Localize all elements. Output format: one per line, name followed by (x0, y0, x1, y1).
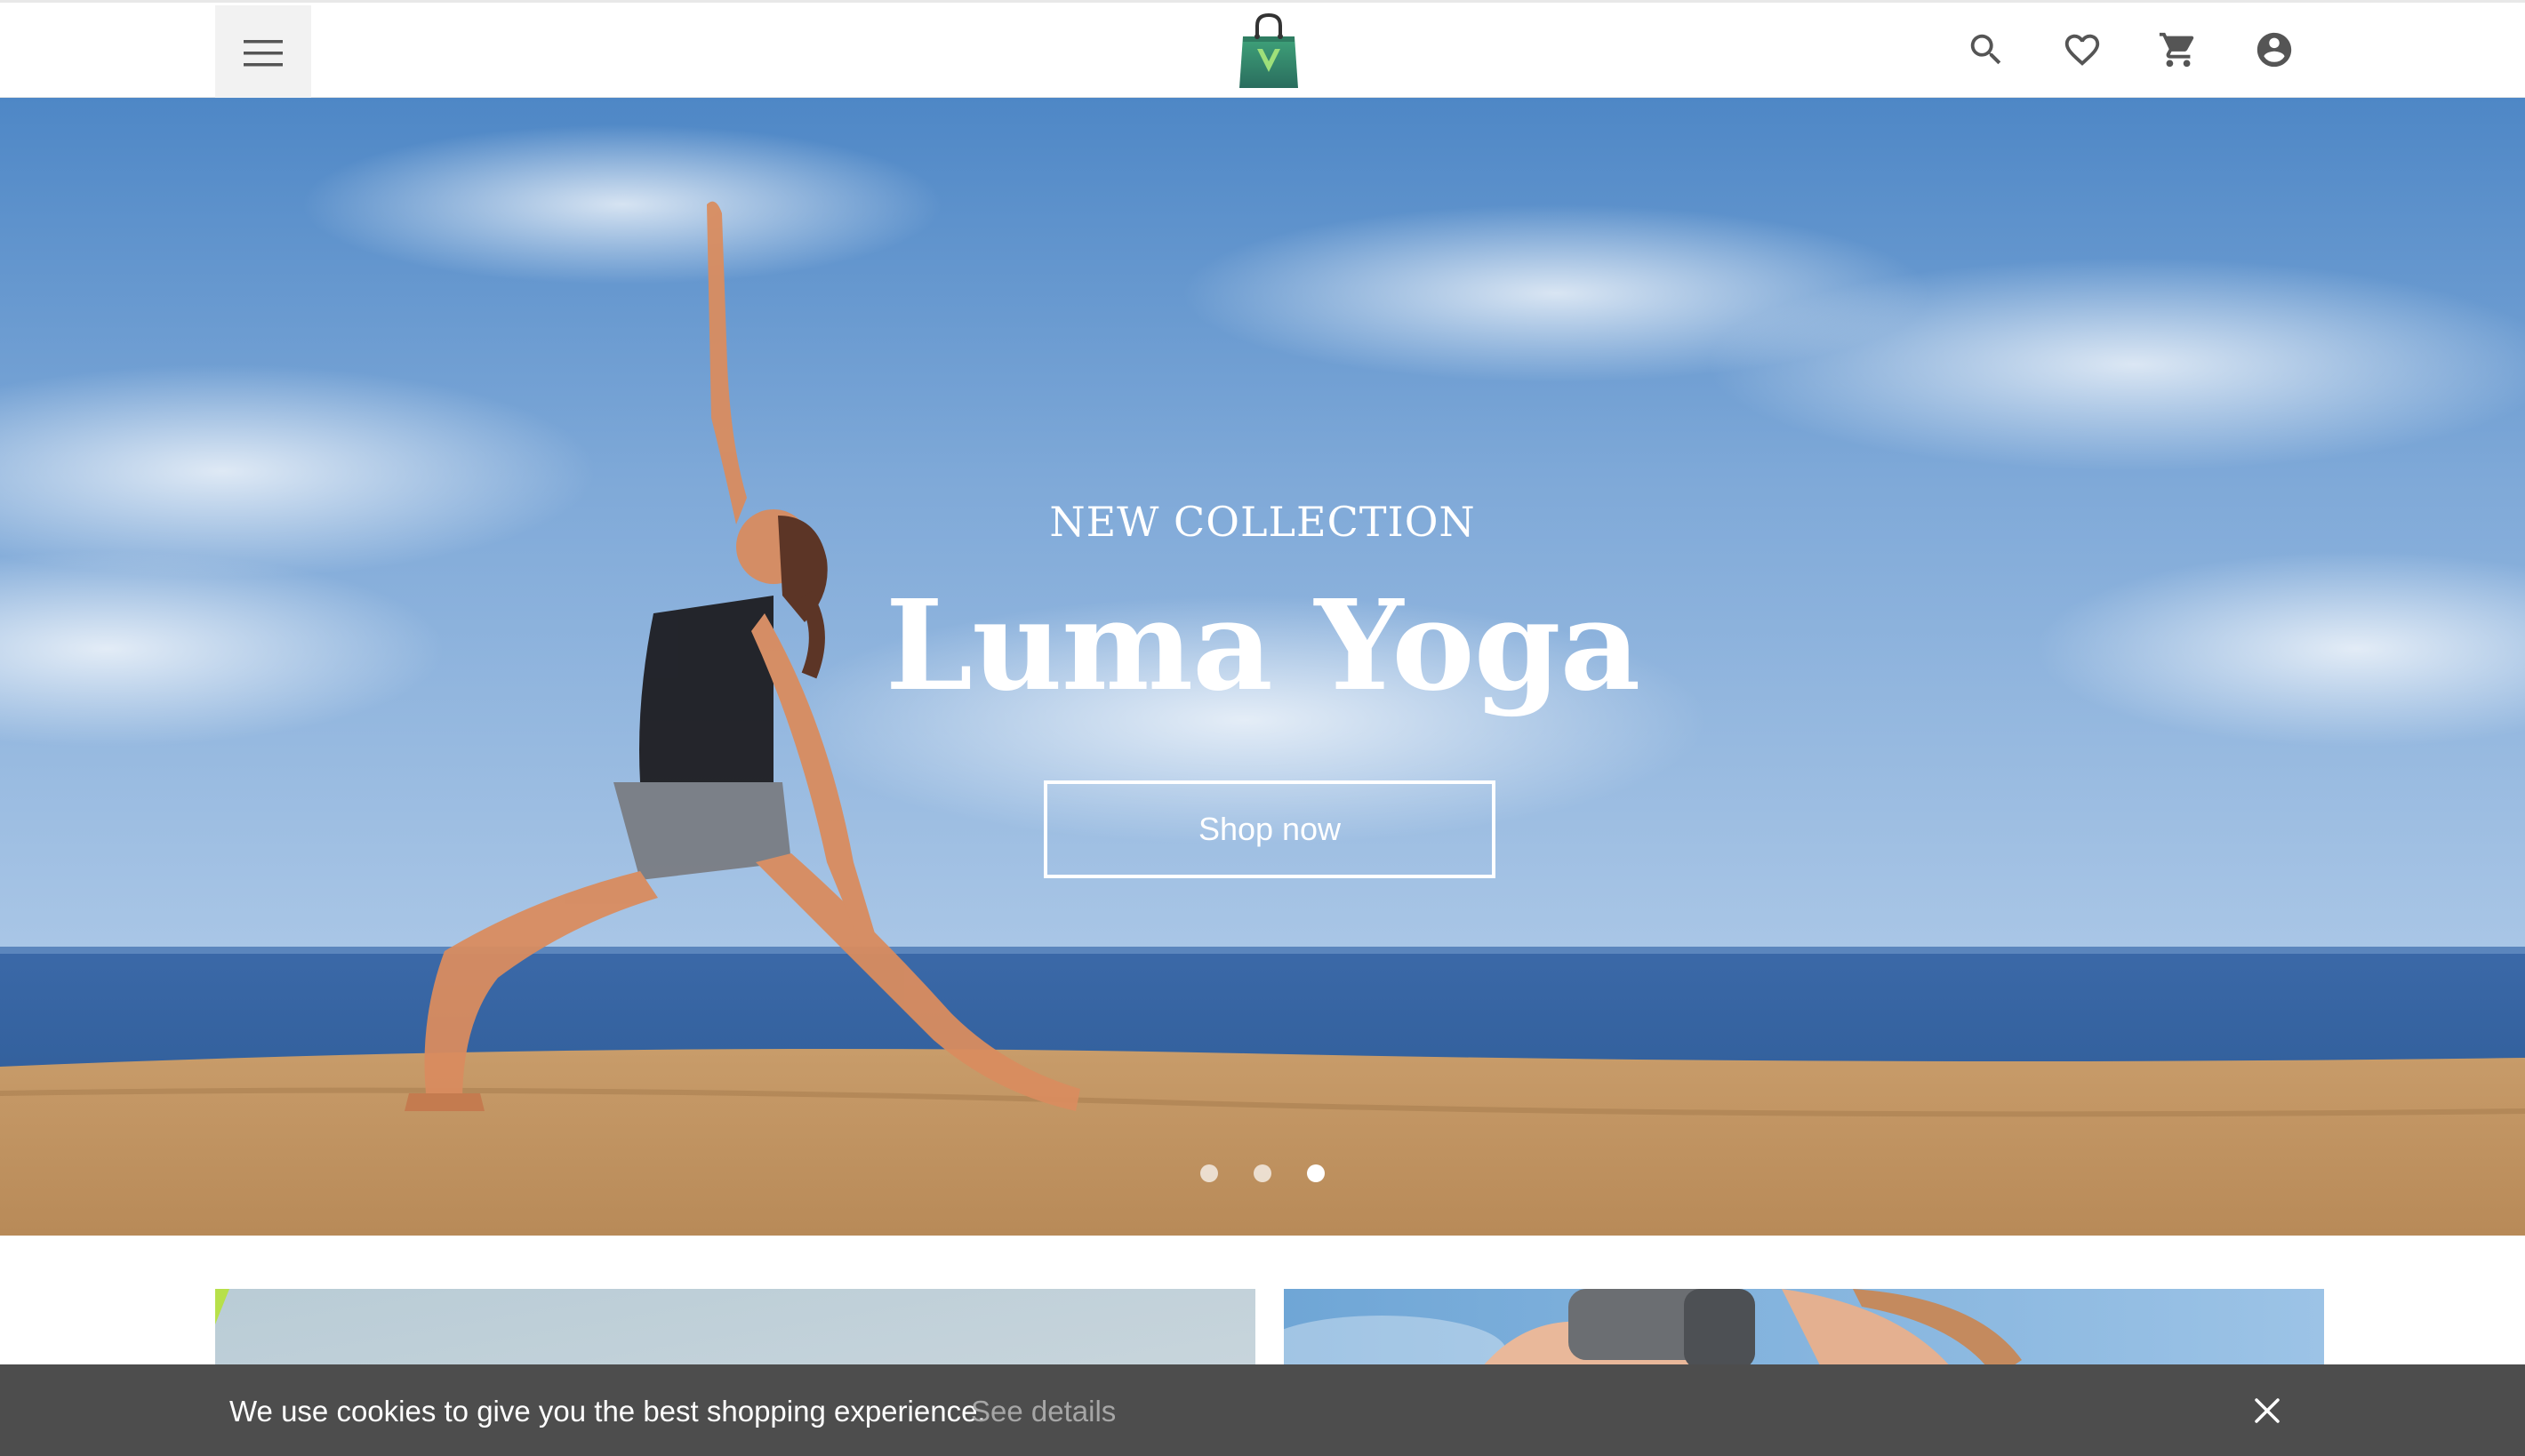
carousel-dots (0, 1164, 2525, 1182)
account-button[interactable] (2249, 25, 2299, 75)
cookie-message: We use cookies to give you the best shop… (229, 1395, 986, 1428)
hero-content: NEW COLLECTION Luma Yoga Shop now (0, 98, 2525, 1236)
heart-icon (2064, 34, 2100, 66)
page: NEW COLLECTION Luma Yoga Shop now We use… (0, 0, 2525, 1456)
hero-title: Luma Yoga (885, 573, 1641, 719)
cart-icon (2159, 32, 2194, 68)
shop-now-button[interactable]: Shop now (1044, 780, 1495, 878)
logo[interactable] (1236, 10, 1302, 90)
hamburger-menu-icon (244, 39, 283, 66)
see-details-link[interactable]: See details (971, 1395, 1116, 1428)
menu-button[interactable] (215, 5, 311, 100)
account-circle-icon (2256, 32, 2292, 68)
close-icon (2255, 1398, 2280, 1423)
shopping-bag-logo (1239, 12, 1298, 88)
wishlist-button[interactable] (2057, 25, 2107, 75)
header (0, 0, 2525, 100)
carousel-dot-3[interactable] (1307, 1164, 1325, 1182)
cart-button[interactable] (2153, 25, 2203, 75)
cookie-banner: We use cookies to give you the best shop… (0, 1364, 2525, 1456)
hero-banner[interactable]: NEW COLLECTION Luma Yoga Shop now (0, 98, 2525, 1236)
carousel-dot-2[interactable] (1254, 1164, 1271, 1182)
cookie-close-button[interactable] (2242, 1386, 2292, 1436)
search-icon (1970, 34, 2001, 65)
hero-kicker: NEW COLLECTION (1049, 498, 1476, 546)
search-button[interactable] (1961, 25, 2011, 75)
carousel-dot-1[interactable] (1200, 1164, 1218, 1182)
